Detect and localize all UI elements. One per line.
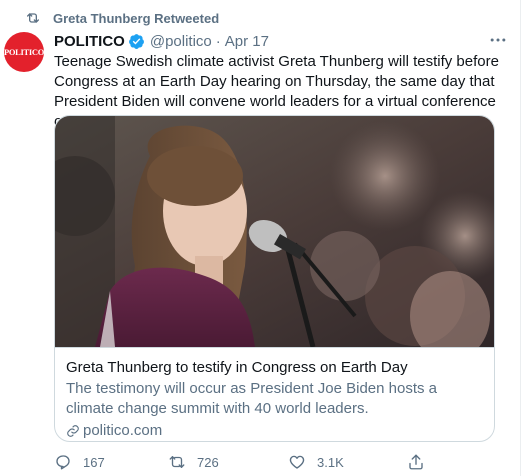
- card-image[interactable]: [55, 116, 494, 347]
- avatar[interactable]: POLITICO: [4, 32, 44, 72]
- verified-badge-icon: [128, 33, 144, 49]
- tweet-date[interactable]: Apr 17: [225, 33, 269, 50]
- card-body[interactable]: Greta Thunberg to testify in Congress on…: [55, 347, 494, 441]
- like-button[interactable]: 3.1K: [288, 452, 344, 472]
- reply-icon: [56, 455, 70, 470]
- card-title: Greta Thunberg to testify in Congress on…: [66, 359, 408, 376]
- retweet-icon: [169, 456, 185, 468]
- retweet-banner-label: Greta Thunberg Retweeted: [53, 10, 220, 26]
- retweet-icon: [27, 13, 39, 23]
- card-domain: politico.com: [66, 421, 485, 441]
- retweet-banner[interactable]: Greta Thunberg Retweeted: [25, 9, 219, 27]
- reply-count: 167: [83, 454, 105, 470]
- avatar-logo-text: POLITICO: [4, 47, 44, 57]
- retweet-count: 726: [197, 454, 219, 470]
- share-button[interactable]: [407, 452, 436, 472]
- like-count: 3.1K: [317, 454, 344, 470]
- share-icon: [409, 454, 423, 470]
- card-photo: [55, 116, 494, 347]
- author-name[interactable]: POLITICO: [54, 33, 125, 50]
- retweet-button[interactable]: 726: [168, 452, 219, 472]
- like-icon: [289, 455, 305, 469]
- tweet-header: POLITICO @politico · Apr 17: [54, 31, 508, 51]
- card-domain-label: politico.com: [83, 422, 163, 439]
- card-description: The testimony will occur as President Jo…: [66, 380, 438, 417]
- author-handle[interactable]: @politico: [150, 33, 212, 50]
- more-icon[interactable]: [488, 30, 508, 50]
- link-icon: [67, 425, 79, 437]
- meta-separator: ·: [215, 32, 221, 50]
- tweet-actions: 167 726 3.1K: [54, 452, 494, 472]
- link-card[interactable]: Greta Thunberg to testify in Congress on…: [54, 115, 495, 442]
- reply-button[interactable]: 167: [54, 452, 105, 472]
- tweet[interactable]: Greta Thunberg Retweeted POLITICO POLITI…: [0, 0, 521, 476]
